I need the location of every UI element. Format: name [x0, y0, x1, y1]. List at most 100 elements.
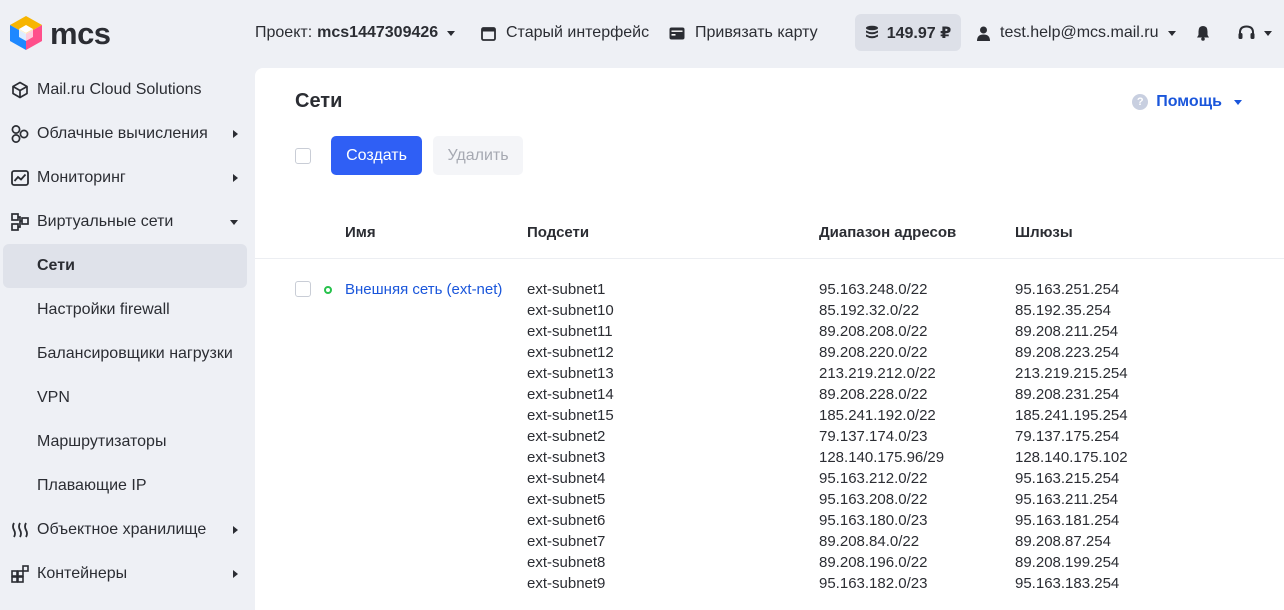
gateways-list: 95.163.251.254 85.192.35.254 89.208.211.25…: [1015, 279, 1128, 594]
main-panel: Сети ? Помощь Создать Удалить Имя Подсет…: [255, 68, 1284, 610]
gateway-ip: 89.208.211.254: [1015, 323, 1119, 340]
network-name-link[interactable]: Внешняя сеть (ext-net): [345, 281, 505, 298]
chevron-down-icon: [1264, 30, 1272, 36]
sidebar-item-load-balancers[interactable]: Балансировщики нагрузки: [0, 332, 252, 376]
project-selector[interactable]: Проект: mcs1447309426: [255, 0, 456, 66]
chevron-right-icon: [233, 570, 238, 578]
network-icon: [10, 212, 30, 232]
sidebar-item-label: Настройки firewall: [37, 301, 170, 318]
address-range: 95.163.248.0/22: [819, 281, 928, 298]
subnet-name: ext-subnet2: [527, 428, 606, 445]
gateway-ip: 79.137.175.254: [1015, 428, 1120, 445]
sidebar-item-routers[interactable]: Маршрутизаторы: [0, 420, 252, 464]
create-button[interactable]: Создать: [331, 136, 422, 175]
sidebar-item-containers[interactable]: Контейнеры: [0, 552, 252, 596]
gateway-ip: 95.163.181.254: [1015, 512, 1120, 529]
gateway-ip: 89.208.199.254: [1015, 554, 1120, 571]
gateway-ip: 95.163.183.254: [1015, 575, 1120, 592]
sidebar-item-compute[interactable]: Облачные вычисления: [0, 112, 252, 156]
sidebar-item-networks[interactable]: Сети: [3, 244, 247, 288]
sidebar-item-label: Облачные вычисления: [37, 125, 208, 142]
sidebar-item-label: Сети: [37, 257, 75, 274]
gateway-ip: 213.219.215.254: [1015, 365, 1128, 382]
address-range: 89.208.220.0/22: [819, 344, 928, 361]
sidebar-item-label: Контейнеры: [37, 565, 128, 582]
column-header-address-range: Диапазон адресов: [819, 224, 957, 241]
row-checkbox[interactable]: [295, 281, 311, 297]
subnet-name: ext-subnet5: [527, 491, 606, 508]
logo-cube-icon: [10, 16, 42, 50]
address-range: 89.208.84.0/22: [819, 533, 920, 550]
subnet-name: ext-subnet7: [527, 533, 606, 550]
logo-text: mcs: [50, 15, 111, 51]
sidebar-item-label: VPN: [37, 389, 70, 406]
support-menu[interactable]: [1238, 0, 1272, 66]
old-interface-label: Старый интерфейс: [506, 24, 650, 41]
chevron-right-icon: [233, 130, 238, 138]
chevron-down-icon: [447, 30, 456, 36]
bell-icon: [1196, 25, 1210, 41]
help-menu[interactable]: ? Помощь: [1132, 93, 1242, 111]
sidebar-item-object-storage[interactable]: Объектное хранилище: [0, 508, 252, 552]
containers-icon: [10, 564, 30, 584]
address-range: 128.140.175.96/29: [819, 449, 945, 466]
subnet-name: ext-subnet3: [527, 449, 606, 466]
sidebar-item-vpn[interactable]: VPN: [0, 376, 252, 420]
balance-value: 149.97 ₽: [886, 24, 952, 42]
chevron-down-icon: [1234, 99, 1242, 105]
address-range: 89.208.228.0/22: [819, 386, 928, 403]
sidebar-item-label: Виртуальные сети: [37, 213, 174, 230]
sidebar-item-firewall[interactable]: Настройки firewall: [0, 288, 252, 332]
address-ranges-list: 95.163.248.0/22 85.192.32.0/22 89.208.208.…: [819, 279, 944, 594]
sidebar-item-label: Балансировщики нагрузки: [37, 345, 233, 362]
select-all-checkbox[interactable]: [295, 148, 311, 164]
bind-card-link[interactable]: Привязать карту: [669, 0, 818, 66]
sidebar-item-label: Маршрутизаторы: [37, 433, 167, 450]
credit-card-icon: [669, 27, 685, 40]
column-header-gateways: Шлюзы: [1015, 224, 1073, 241]
address-range: 213.219.212.0/22: [819, 365, 936, 382]
user-icon: [977, 26, 990, 41]
sidebar-item-mcs[interactable]: Mail.ru Cloud Solutions: [0, 68, 252, 112]
project-label: Проект:: [255, 24, 313, 41]
header-divider: [255, 258, 1284, 259]
logo[interactable]: mcs: [8, 14, 111, 52]
gateway-ip: 89.208.223.254: [1015, 344, 1120, 361]
balance-badge[interactable]: 149.97 ₽: [855, 14, 961, 51]
address-range: 95.163.180.0/23: [819, 512, 928, 529]
sidebar-item-label: Мониторинг: [37, 169, 126, 186]
sidebar-item-virtual-networks[interactable]: Виртуальные сети: [0, 200, 252, 244]
gateway-ip: 95.163.211.254: [1015, 491, 1119, 508]
user-email: test.help@mcs.mail.ru: [1000, 24, 1159, 41]
sidebar-item-monitoring[interactable]: Мониторинг: [0, 156, 252, 200]
subnet-name: ext-subnet6: [527, 512, 606, 529]
chevron-right-icon: [233, 526, 238, 534]
sidebar-item-label: Mail.ru Cloud Solutions: [37, 81, 202, 98]
cube-icon: [10, 80, 30, 100]
hexagons-icon: [10, 124, 30, 144]
chevron-down-icon: [1167, 30, 1176, 36]
status-active-icon: [324, 286, 332, 294]
old-interface-link[interactable]: Старый интерфейс: [481, 0, 649, 66]
subnet-name: ext-subnet4: [527, 470, 606, 487]
address-range: 89.208.196.0/22: [819, 554, 928, 571]
address-range: 89.208.208.0/22: [819, 323, 928, 340]
subnet-name: ext-subnet9: [527, 575, 606, 592]
user-menu[interactable]: test.help@mcs.mail.ru: [977, 0, 1176, 66]
calendar-icon: [481, 26, 496, 41]
subnet-name: ext-subnet14: [527, 386, 614, 403]
address-range: 79.137.174.0/23: [819, 428, 928, 445]
chart-icon: [10, 168, 30, 188]
column-header-name: Имя: [345, 224, 376, 241]
subnet-name: ext-subnet8: [527, 554, 606, 571]
gateway-ip: 85.192.35.254: [1015, 302, 1111, 319]
headset-icon: [1238, 25, 1255, 41]
subnet-name: ext-subnet13: [527, 365, 614, 382]
subnet-name: ext-subnet11: [527, 323, 613, 340]
delete-button[interactable]: Удалить: [433, 136, 523, 175]
subnet-name: ext-subnet10: [527, 302, 614, 319]
subnet-name: ext-subnet12: [527, 344, 614, 361]
notifications-button[interactable]: [1196, 0, 1210, 66]
gateway-ip: 128.140.175.102: [1015, 449, 1128, 466]
sidebar-item-floating-ip[interactable]: Плавающие IP: [0, 464, 252, 508]
